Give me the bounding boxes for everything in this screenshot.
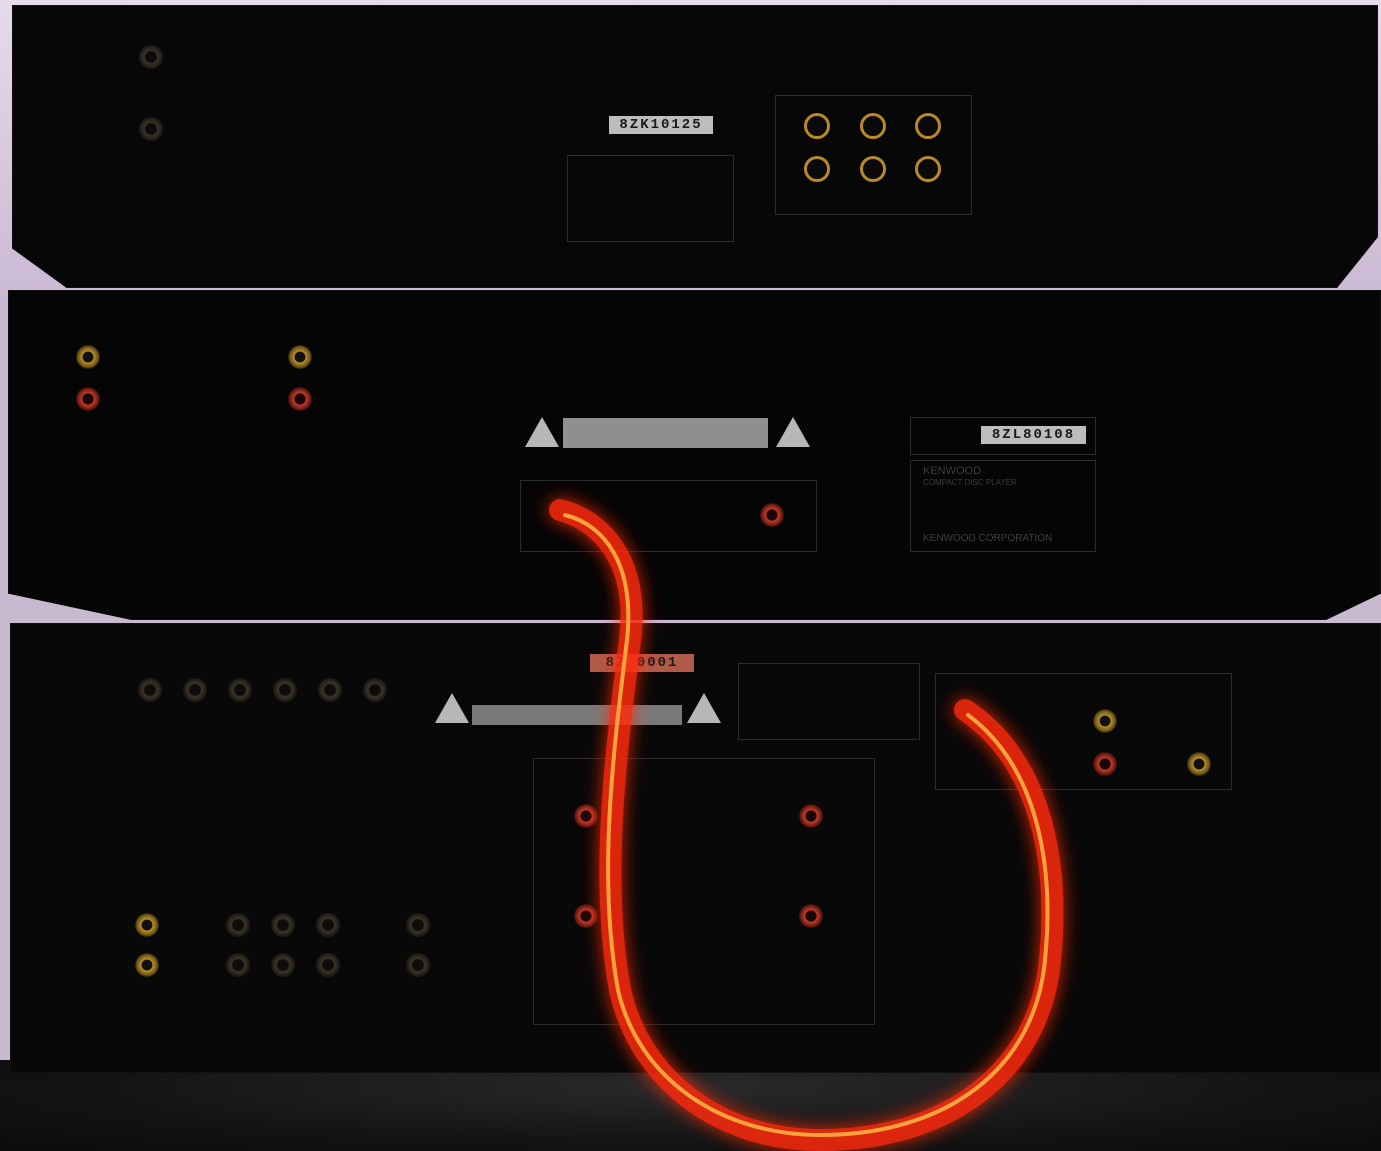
cd-output-jack-l (76, 345, 100, 369)
amp-spec-panel (738, 663, 920, 740)
amp-lower-jack (271, 913, 295, 937)
warning-triangle-icon (776, 417, 810, 447)
top-serial-label: 8ZK10125 (609, 116, 713, 134)
amp-lower-jack (406, 913, 430, 937)
cd-output-jack-r2 (288, 387, 312, 411)
cd-serial-plate: 8ZL80108 (910, 417, 1096, 455)
top-panel-jack (804, 113, 830, 139)
top-panel-jack (915, 156, 941, 182)
top-spec-panel (567, 155, 734, 242)
amp-input-jack (228, 678, 252, 702)
cd-rating-plate: KENWOOD COMPACT DISC PLAYER KENWOOD CORP… (910, 460, 1096, 552)
speaker-terminal (799, 904, 823, 928)
warning-triangle-icon (687, 693, 721, 723)
speaker-terminal (574, 904, 598, 928)
dat-play-jack (1093, 752, 1117, 776)
maker-text: KENWOOD CORPORATION (923, 533, 1053, 544)
speaker-terminal (799, 804, 823, 828)
top-panel-jack (915, 113, 941, 139)
dat-rec-jack (1187, 752, 1211, 776)
amp-serial-label: 8Z 0001 (590, 654, 694, 672)
top-panel-jack (860, 156, 886, 182)
top-panel-jack (860, 113, 886, 139)
brand-text: KENWOOD (923, 465, 982, 477)
amp-input-jack (318, 678, 342, 702)
top-jack-1 (139, 45, 163, 69)
caution-sticker (472, 705, 682, 725)
amp-lower-jack (135, 953, 159, 977)
cd-output-jack-r (76, 387, 100, 411)
coaxial-jack (760, 503, 784, 527)
amplifier-rear-panel: 8Z 0001 (10, 623, 1381, 1073)
floor-surface (0, 1060, 1381, 1151)
amp-lower-jack (226, 953, 250, 977)
photo-scene: 8ZK10125 8ZL80108 KENWOOD COMPACT DISC P… (0, 0, 1381, 1151)
top-panel-jack (804, 156, 830, 182)
amp-input-jack (183, 678, 207, 702)
warning-triangle-icon (525, 417, 559, 447)
amp-lower-jack (406, 953, 430, 977)
amp-input-jack (363, 678, 387, 702)
top-component-rear-panel: 8ZK10125 (12, 5, 1378, 288)
top-jack-panel (775, 95, 972, 215)
amp-lower-jack (316, 953, 340, 977)
product-text: COMPACT DISC PLAYER (923, 478, 1017, 487)
warning-triangle-icon (435, 693, 469, 723)
cd-serial-label: 8ZL80108 (981, 426, 1086, 444)
amp-lower-jack (316, 913, 340, 937)
caution-sticker (563, 418, 768, 448)
amp-lower-jack (135, 913, 159, 937)
speaker-terminal-panel (533, 758, 875, 1025)
amp-lower-jack (226, 913, 250, 937)
cd-player-rear-panel: 8ZL80108 KENWOOD COMPACT DISC PLAYER KEN… (8, 290, 1381, 620)
top-jack-2 (139, 117, 163, 141)
cd-output-jack-l2 (288, 345, 312, 369)
digital-input-jack (1093, 709, 1117, 733)
digital-input-panel (935, 673, 1232, 790)
speaker-terminal (574, 804, 598, 828)
amp-lower-jack (271, 953, 295, 977)
digital-out-panel (520, 480, 817, 552)
amp-input-jack (138, 678, 162, 702)
amp-input-jack (273, 678, 297, 702)
